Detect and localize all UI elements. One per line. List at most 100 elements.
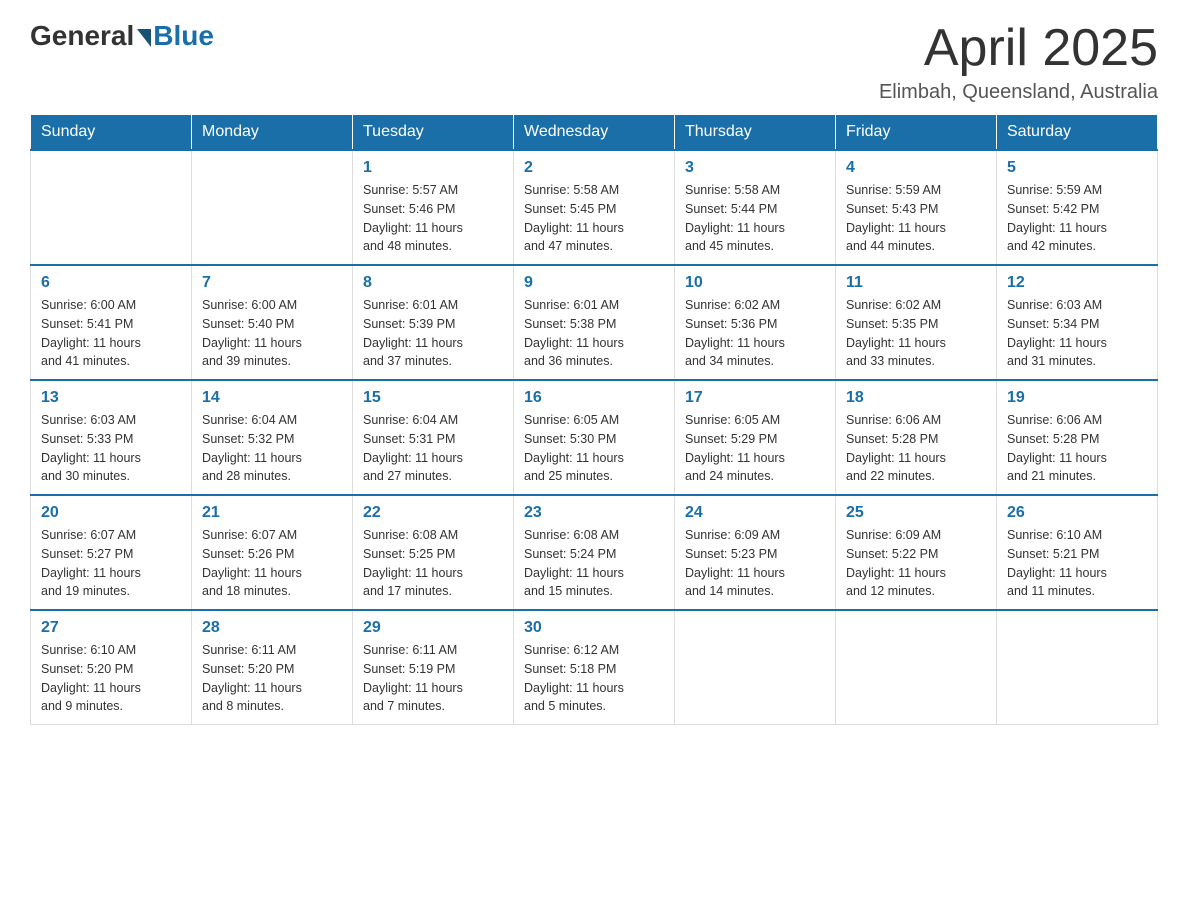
day-number: 27 — [41, 619, 181, 637]
logo-general-text: General — [30, 20, 134, 52]
calendar-cell: 13 Sunrise: 6:03 AMSunset: 5:33 PMDayligh… — [31, 380, 192, 495]
day-number: 15 — [363, 389, 503, 407]
day-number: 22 — [363, 504, 503, 522]
calendar-cell: 8 Sunrise: 6:01 AMSunset: 5:39 PMDaylight… — [353, 265, 514, 380]
calendar-cell: 23 Sunrise: 6:08 AMSunset: 5:24 PMDayligh… — [514, 495, 675, 610]
col-header-wednesday: Wednesday — [514, 115, 675, 151]
day-number: 11 — [846, 274, 986, 292]
calendar-cell: 16 Sunrise: 6:05 AMSunset: 5:30 PMDayligh… — [514, 380, 675, 495]
day-number: 4 — [846, 159, 986, 177]
calendar-cell: 2 Sunrise: 5:58 AMSunset: 5:45 PMDaylight… — [514, 150, 675, 265]
calendar-week-3: 13 Sunrise: 6:03 AMSunset: 5:33 PMDayligh… — [31, 380, 1158, 495]
day-info: Sunrise: 6:09 AMSunset: 5:23 PMDaylight:… — [685, 526, 825, 601]
logo: General Blue — [30, 20, 214, 52]
calendar-cell — [675, 610, 836, 725]
day-info: Sunrise: 6:04 AMSunset: 5:31 PMDaylight:… — [363, 411, 503, 486]
day-info: Sunrise: 5:58 AMSunset: 5:45 PMDaylight:… — [524, 181, 664, 256]
day-info: Sunrise: 6:08 AMSunset: 5:25 PMDaylight:… — [363, 526, 503, 601]
calendar-table: SundayMondayTuesdayWednesdayThursdayFrid… — [30, 114, 1158, 725]
calendar-cell: 20 Sunrise: 6:07 AMSunset: 5:27 PMDayligh… — [31, 495, 192, 610]
day-info: Sunrise: 6:00 AMSunset: 5:41 PMDaylight:… — [41, 296, 181, 371]
day-number: 9 — [524, 274, 664, 292]
calendar-cell: 21 Sunrise: 6:07 AMSunset: 5:26 PMDayligh… — [192, 495, 353, 610]
day-number: 30 — [524, 619, 664, 637]
day-info: Sunrise: 6:03 AMSunset: 5:33 PMDaylight:… — [41, 411, 181, 486]
calendar-cell — [31, 150, 192, 265]
day-number: 10 — [685, 274, 825, 292]
day-number: 21 — [202, 504, 342, 522]
day-number: 20 — [41, 504, 181, 522]
day-info: Sunrise: 6:01 AMSunset: 5:38 PMDaylight:… — [524, 296, 664, 371]
day-number: 16 — [524, 389, 664, 407]
day-info: Sunrise: 6:10 AMSunset: 5:20 PMDaylight:… — [41, 641, 181, 716]
day-number: 8 — [363, 274, 503, 292]
calendar-week-2: 6 Sunrise: 6:00 AMSunset: 5:41 PMDaylight… — [31, 265, 1158, 380]
day-info: Sunrise: 6:01 AMSunset: 5:39 PMDaylight:… — [363, 296, 503, 371]
day-info: Sunrise: 6:11 AMSunset: 5:19 PMDaylight:… — [363, 641, 503, 716]
day-info: Sunrise: 6:06 AMSunset: 5:28 PMDaylight:… — [1007, 411, 1147, 486]
day-number: 6 — [41, 274, 181, 292]
day-number: 3 — [685, 159, 825, 177]
month-title: April 2025 — [879, 20, 1158, 77]
calendar-cell — [836, 610, 997, 725]
day-info: Sunrise: 6:05 AMSunset: 5:30 PMDaylight:… — [524, 411, 664, 486]
day-info: Sunrise: 6:07 AMSunset: 5:26 PMDaylight:… — [202, 526, 342, 601]
day-number: 13 — [41, 389, 181, 407]
calendar-cell: 15 Sunrise: 6:04 AMSunset: 5:31 PMDayligh… — [353, 380, 514, 495]
day-number: 2 — [524, 159, 664, 177]
page-header: General Blue April 2025 Elimbah, Queensl… — [30, 20, 1158, 104]
calendar-cell: 18Sunrise: 6:06 AMSunset: 5:28 PMDayligh… — [836, 380, 997, 495]
calendar-cell: 7Sunrise: 6:00 AMSunset: 5:40 PMDaylight… — [192, 265, 353, 380]
day-info: Sunrise: 5:59 AMSunset: 5:42 PMDaylight:… — [1007, 181, 1147, 256]
title-section: April 2025 Elimbah, Queensland, Australi… — [879, 20, 1158, 104]
location-text: Elimbah, Queensland, Australia — [879, 81, 1158, 104]
day-info: Sunrise: 6:06 AMSunset: 5:28 PMDaylight:… — [846, 411, 986, 486]
day-number: 7 — [202, 274, 342, 292]
day-info: Sunrise: 5:58 AMSunset: 5:44 PMDaylight:… — [685, 181, 825, 256]
day-info: Sunrise: 5:57 AMSunset: 5:46 PMDaylight:… — [363, 181, 503, 256]
col-header-friday: Friday — [836, 115, 997, 151]
day-number: 5 — [1007, 159, 1147, 177]
day-number: 25 — [846, 504, 986, 522]
calendar-week-1: 1Sunrise: 5:57 AMSunset: 5:46 PMDaylight… — [31, 150, 1158, 265]
day-number: 24 — [685, 504, 825, 522]
col-header-saturday: Saturday — [997, 115, 1158, 151]
day-info: Sunrise: 6:12 AMSunset: 5:18 PMDaylight:… — [524, 641, 664, 716]
calendar-cell: 28Sunrise: 6:11 AMSunset: 5:20 PMDayligh… — [192, 610, 353, 725]
calendar-cell: 11 Sunrise: 6:02 AMSunset: 5:35 PMDayligh… — [836, 265, 997, 380]
day-info: Sunrise: 6:02 AMSunset: 5:35 PMDaylight:… — [846, 296, 986, 371]
day-info: Sunrise: 6:03 AMSunset: 5:34 PMDaylight:… — [1007, 296, 1147, 371]
calendar-cell: 30 Sunrise: 6:12 AMSunset: 5:18 PMDayligh… — [514, 610, 675, 725]
col-header-monday: Monday — [192, 115, 353, 151]
calendar-cell: 27 Sunrise: 6:10 AMSunset: 5:20 PMDayligh… — [31, 610, 192, 725]
calendar-cell: 24 Sunrise: 6:09 AMSunset: 5:23 PMDayligh… — [675, 495, 836, 610]
calendar-cell: 19 Sunrise: 6:06 AMSunset: 5:28 PMDayligh… — [997, 380, 1158, 495]
calendar-cell: 1Sunrise: 5:57 AMSunset: 5:46 PMDaylight… — [353, 150, 514, 265]
day-number: 26 — [1007, 504, 1147, 522]
calendar-week-4: 20 Sunrise: 6:07 AMSunset: 5:27 PMDayligh… — [31, 495, 1158, 610]
day-number: 28 — [202, 619, 342, 637]
day-number: 17 — [685, 389, 825, 407]
col-header-sunday: Sunday — [31, 115, 192, 151]
day-info: Sunrise: 6:02 AMSunset: 5:36 PMDaylight:… — [685, 296, 825, 371]
day-info: Sunrise: 6:08 AMSunset: 5:24 PMDaylight:… — [524, 526, 664, 601]
calendar-cell: 22 Sunrise: 6:08 AMSunset: 5:25 PMDayligh… — [353, 495, 514, 610]
calendar-cell: 5 Sunrise: 5:59 AMSunset: 5:42 PMDaylight… — [997, 150, 1158, 265]
calendar-cell: 10 Sunrise: 6:02 AMSunset: 5:36 PMDayligh… — [675, 265, 836, 380]
calendar-cell: 3 Sunrise: 5:58 AMSunset: 5:44 PMDaylight… — [675, 150, 836, 265]
day-info: Sunrise: 6:05 AMSunset: 5:29 PMDaylight:… — [685, 411, 825, 486]
logo-blue-text: Blue — [153, 20, 214, 52]
calendar-cell — [997, 610, 1158, 725]
day-info: Sunrise: 6:07 AMSunset: 5:27 PMDaylight:… — [41, 526, 181, 601]
day-number: 19 — [1007, 389, 1147, 407]
col-header-tuesday: Tuesday — [353, 115, 514, 151]
calendar-cell — [192, 150, 353, 265]
day-number: 12 — [1007, 274, 1147, 292]
day-number: 23 — [524, 504, 664, 522]
calendar-cell: 9 Sunrise: 6:01 AMSunset: 5:38 PMDaylight… — [514, 265, 675, 380]
calendar-cell: 6 Sunrise: 6:00 AMSunset: 5:41 PMDaylight… — [31, 265, 192, 380]
col-header-thursday: Thursday — [675, 115, 836, 151]
logo-arrow-icon — [137, 29, 151, 47]
calendar-cell: 12 Sunrise: 6:03 AMSunset: 5:34 PMDayligh… — [997, 265, 1158, 380]
day-number: 29 — [363, 619, 503, 637]
